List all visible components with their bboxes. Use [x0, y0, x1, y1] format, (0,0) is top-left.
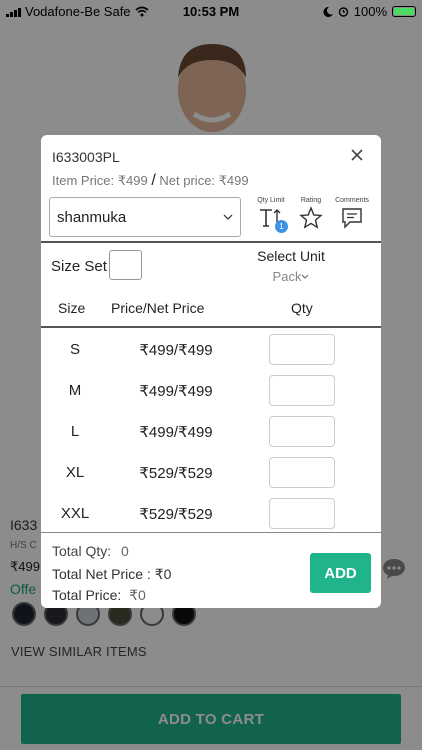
table-row: XL ₹529/₹529: [41, 452, 381, 493]
total-net-price: Total Net Price : ₹0: [52, 566, 171, 583]
total-net-price-label: Total Net Price :: [52, 566, 151, 582]
row-price: ₹529/₹529: [139, 506, 213, 523]
table-row: S ₹499/₹499: [41, 329, 381, 370]
qty-limit-badge: 1: [275, 220, 288, 233]
unit-dropdown[interactable]: Pack: [246, 269, 336, 284]
select-unit-label: Select Unit: [257, 248, 325, 264]
total-price-value: ₹0: [129, 587, 146, 603]
total-qty-value: 0: [121, 543, 129, 559]
row-size: XXL: [60, 505, 90, 522]
battery-percent: 100%: [353, 4, 387, 19]
qty-input[interactable]: [269, 375, 335, 406]
qty-input[interactable]: [269, 498, 335, 529]
total-price: Total Price: ₹0: [52, 587, 146, 604]
customer-dropdown[interactable]: shanmuka: [49, 197, 241, 237]
chevron-down-icon: [223, 214, 233, 220]
column-header-qty: Qty: [291, 300, 313, 316]
comments-label: Comments: [335, 197, 369, 204]
total-qty: Total Qty: 0: [52, 543, 129, 559]
star-icon: [299, 206, 323, 229]
unit-dropdown-value: Pack: [272, 269, 302, 284]
divider: [41, 532, 381, 533]
row-price: ₹499/₹499: [139, 424, 213, 441]
qty-limit-button[interactable]: Qty Limit 1: [253, 197, 289, 233]
total-price-label: Total Price:: [52, 587, 122, 603]
add-to-order-dialog: I633003PL Item Price: ₹499 / Net price: …: [41, 135, 381, 608]
size-set-checkbox[interactable]: [109, 250, 142, 280]
qty-input[interactable]: [269, 334, 335, 365]
qty-input[interactable]: [269, 457, 335, 488]
total-qty-label: Total Qty:: [52, 543, 112, 559]
table-row: XXL ₹529/₹529: [41, 493, 381, 534]
dialog-price-line: Item Price: ₹499 / Net price: ₹499: [52, 172, 249, 190]
size-set-label: Size Set: [51, 258, 107, 275]
row-price: ₹499/₹499: [139, 342, 213, 359]
column-header-price: Price/Net Price: [111, 300, 205, 316]
table-row: L ₹499/₹499: [41, 411, 381, 452]
table-row: M ₹499/₹499: [41, 370, 381, 411]
alarm-icon: [338, 7, 348, 17]
price-separator: /: [151, 172, 156, 189]
dialog-sku: I633003PL: [52, 149, 120, 165]
moon-icon: [323, 6, 333, 17]
qty-limit-label: Qty Limit: [257, 197, 285, 204]
divider: [41, 326, 381, 328]
rating-button[interactable]: Rating: [297, 197, 325, 232]
item-price: Item Price: ₹499: [52, 173, 148, 188]
add-button[interactable]: ADD: [310, 553, 371, 593]
row-size: M: [68, 382, 82, 399]
row-size: S: [69, 341, 80, 358]
rating-label: Rating: [300, 197, 322, 204]
column-header-size: Size: [58, 300, 86, 316]
row-price: ₹529/₹529: [139, 465, 213, 482]
qty-input[interactable]: [269, 416, 335, 447]
customer-dropdown-value: shanmuka: [57, 208, 127, 226]
net-price: Net price: ₹499: [159, 173, 249, 188]
row-price: ₹499/₹499: [139, 383, 213, 400]
close-icon[interactable]: [349, 147, 365, 163]
battery-icon: [392, 6, 416, 17]
comments-button[interactable]: Comments: [333, 197, 371, 232]
chevron-down-icon: [302, 274, 309, 279]
row-size: XL: [65, 464, 85, 481]
total-net-price-value: ₹0: [154, 566, 172, 582]
divider: [41, 241, 381, 243]
comment-icon: [342, 208, 362, 229]
row-size: L: [70, 423, 80, 440]
status-bar: Vodafone-Be Safe 10:53 PM 100%: [0, 0, 422, 22]
